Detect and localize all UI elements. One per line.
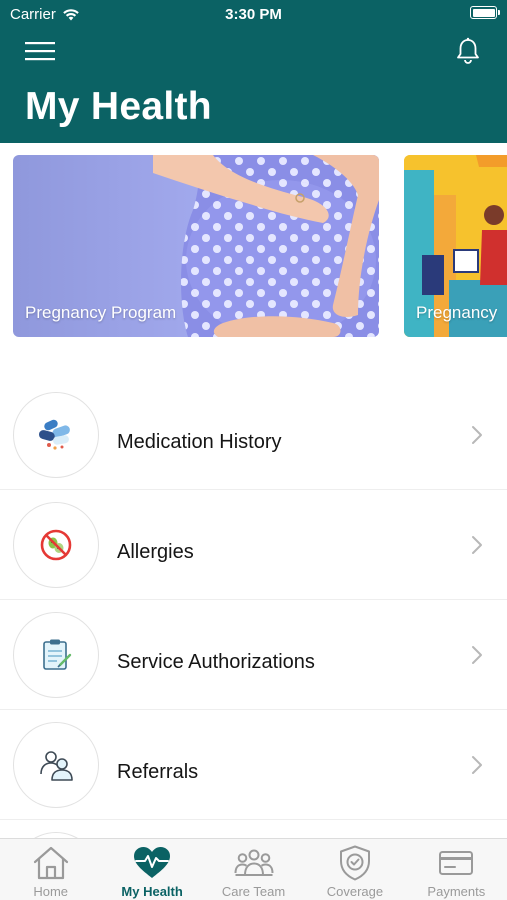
tab-label: Coverage <box>326 884 384 899</box>
tab-coverage[interactable]: Coverage <box>304 839 405 900</box>
list-item-medication-history[interactable]: Medication History <box>0 380 507 490</box>
bell-icon[interactable] <box>453 36 483 66</box>
hamburger-menu-icon[interactable] <box>24 38 56 64</box>
care-team-icon <box>234 849 274 876</box>
list-item-label: Service Authorizations <box>117 651 315 673</box>
pills-icon <box>38 419 70 450</box>
program-card-label: Pregnancy Program <box>25 303 177 322</box>
chevron-right-icon <box>472 756 482 774</box>
list-item-icon-container <box>13 722 99 808</box>
chevron-right-icon <box>472 536 482 554</box>
list-item-icon-container <box>13 612 99 698</box>
tab-home[interactable]: Home <box>0 839 101 900</box>
list-item-icon-container <box>13 502 99 588</box>
clipboard-icon <box>43 639 72 670</box>
battery-icon <box>470 6 500 19</box>
tab-my-health[interactable]: My Health <box>101 839 202 900</box>
shield-check-icon <box>339 845 370 881</box>
program-carousel[interactable]: Pregnancy Program Pregnancy <box>0 143 507 353</box>
tab-label: Payments <box>427 884 486 899</box>
health-menu-list: Medication History Allergies Service Aut… <box>0 380 507 900</box>
bottom-tab-bar: Home My Health Care Team Coverage Paymen… <box>0 838 507 900</box>
list-item-icon-container <box>13 392 99 478</box>
home-icon <box>33 846 68 880</box>
program-card-pregnancy-2[interactable]: Pregnancy <box>404 155 507 337</box>
allergy-icon <box>40 529 72 561</box>
tab-care-team[interactable]: Care Team <box>203 839 304 900</box>
list-item-referrals[interactable]: Referrals <box>0 710 507 820</box>
list-item-label: Allergies <box>117 541 194 563</box>
tab-label: Home <box>33 884 69 899</box>
program-card-pregnancy[interactable]: Pregnancy Program <box>13 155 379 337</box>
chevron-right-icon <box>472 426 482 444</box>
list-item-label: Medication History <box>117 431 282 453</box>
referral-people-icon <box>40 751 73 781</box>
list-item-label: Referrals <box>117 761 199 783</box>
list-item-allergies[interactable]: Allergies <box>0 490 507 600</box>
tab-label: Care Team <box>221 884 286 899</box>
credit-card-icon <box>439 851 474 875</box>
tab-payments[interactable]: Payments <box>406 839 507 900</box>
app-header: Carrier 3:30 PM My Health <box>0 0 507 143</box>
program-card-label: Pregnancy <box>416 303 498 322</box>
status-time: 3:30 PM <box>225 6 282 23</box>
page-title: My Health <box>25 85 212 128</box>
chevron-right-icon <box>472 646 482 664</box>
list-item-service-authorizations[interactable]: Service Authorizations <box>0 600 507 710</box>
tab-label: My Health <box>121 884 183 899</box>
status-bar: Carrier 3:30 PM <box>0 0 507 28</box>
heart-pulse-icon <box>134 847 171 878</box>
